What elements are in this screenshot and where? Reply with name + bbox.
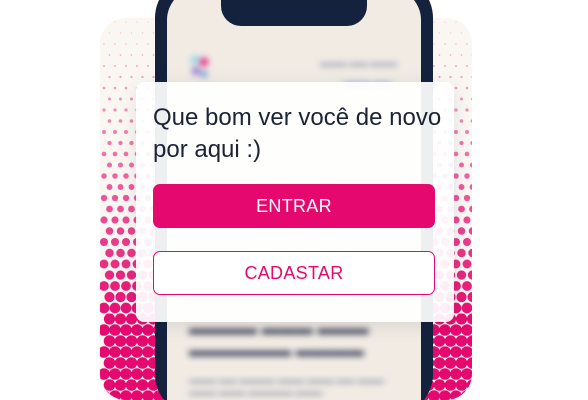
welcome-title: Que bom ver você de novo por aqui :): [153, 104, 442, 163]
welcome-card: Que bom ver você de novo por aqui :) ENT…: [136, 82, 454, 322]
illustration: ▬▬▬ ▬▬ ▬▬▬ ▬▬▬ ▬ ▬ ▬▬ ▬▬ ▬ ▬▬ ▬▬▬▬ ▬▬▬▬ ▬ ▬▬ ▬…: [0, 0, 588, 400]
screen-heading: ▬▬▬▬ ▬▬▬ ▬▬▬ ▬▬▬▬▬▬ ▬▬▬▬: [189, 319, 369, 360]
signup-button[interactable]: CADASTAR: [153, 251, 435, 295]
phone-notch: [221, 0, 367, 26]
app-logo-icon: [191, 56, 208, 77]
login-button[interactable]: ENTRAR: [153, 184, 435, 228]
screen-top-text: ▬▬▬ ▬▬ ▬▬▬: [319, 58, 397, 68]
screen-body-text: ▬▬▬ ▬▬ ▬▬▬▬ ▬▬▬ ▬▬▬ ▬▬ ▬▬▬ ▬▬▬ ▬▬▬ ▬▬▬▬▬ …: [189, 375, 385, 397]
